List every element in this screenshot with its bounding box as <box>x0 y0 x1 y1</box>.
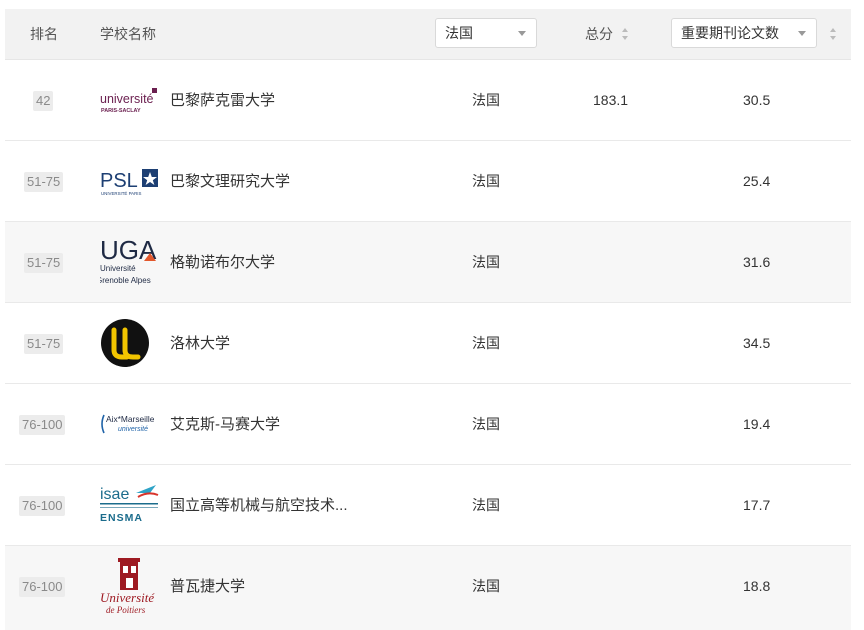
logo-subtext: ENSMA <box>100 512 143 524</box>
school-name[interactable]: 洛林大学 <box>170 303 230 384</box>
row-divider <box>5 625 851 630</box>
universite-paris-saclay-logo: université PARIS-SACLAY <box>100 74 160 126</box>
journal-papers-cell: 31.6 <box>743 254 771 270</box>
school-name[interactable]: 巴黎萨克雷大学 <box>170 60 275 141</box>
logo-subtext: PARIS-SACLAY <box>101 108 141 114</box>
journal-papers-cell: 17.7 <box>743 497 771 513</box>
aix-marseille-logo: Aix*Marseille université <box>100 398 160 450</box>
school-name[interactable]: 巴黎文理研究大学 <box>170 141 290 222</box>
rank-header: 排名 <box>30 26 58 42</box>
logo-subtext: Grenoble Alpes <box>100 276 151 285</box>
country-cell: 法国 <box>472 254 500 270</box>
country-cell: 法国 <box>472 416 500 432</box>
metric-select-value: 重要期刊论文数 <box>681 25 779 41</box>
total-score-label: 总分 <box>585 26 613 42</box>
chevron-down-icon <box>518 31 526 36</box>
universite-de-lorraine-logo <box>100 317 160 369</box>
journal-papers-cell: 34.5 <box>743 335 771 351</box>
isae-ensma-logo: isae ENSMA <box>100 479 160 531</box>
journal-papers-cell: 30.5 <box>743 92 771 108</box>
chevron-down-icon <box>798 31 806 36</box>
table-row[interactable]: 76-100 Université de Poitiers 普瓦捷大学 法国 1… <box>5 546 851 626</box>
rank-badge: 51-75 <box>24 334 64 354</box>
table-row[interactable]: 51-75 PSL UNIVERSITÉ PARIS 巴黎文理研究大学 法国 2… <box>5 141 851 222</box>
table-row[interactable]: 76-100 isae ENSMA 国立高等机械与航空技术... 法国 17.7 <box>5 465 851 546</box>
total-score-header[interactable]: 总分 <box>585 9 628 59</box>
journal-papers-cell: 18.8 <box>743 578 771 594</box>
rank-badge: 76-100 <box>19 415 66 435</box>
journal-papers-cell: 25.4 <box>743 173 771 189</box>
uga-logo: UGA Université Grenoble Alpes <box>100 233 160 291</box>
metric-select[interactable]: 重要期刊论文数 <box>671 18 817 48</box>
logo-text: Aix*Marseille <box>106 414 155 424</box>
country-cell: 法国 <box>472 578 500 594</box>
country-cell: 法国 <box>472 92 500 108</box>
country-cell: 法国 <box>472 335 500 351</box>
table-row[interactable]: 51-75 洛林大学 法国 34.5 <box>5 303 851 384</box>
rank-badge: 42 <box>33 91 54 111</box>
journal-papers-cell: 19.4 <box>743 416 771 432</box>
school-name[interactable]: 艾克斯-马赛大学 <box>170 384 280 465</box>
school-name[interactable]: 普瓦捷大学 <box>170 546 245 627</box>
logo-text: université <box>100 92 154 106</box>
ranking-table: 排名 学校名称 法国 总分 重要期刊论文数 42 université PARI… <box>5 9 851 626</box>
logo-subtext: Université <box>100 264 136 273</box>
psl-logo: PSL UNIVERSITÉ PARIS <box>100 155 160 207</box>
country-filter-select[interactable]: 法国 <box>435 18 537 48</box>
rank-badge: 51-75 <box>24 172 64 192</box>
country-filter-value: 法国 <box>445 25 473 41</box>
logo-subtext: de Poitiers <box>106 605 146 615</box>
school-name[interactable]: 格勒诺布尔大学 <box>170 222 275 303</box>
logo-subtext: UNIVERSITÉ PARIS <box>101 191 141 196</box>
school-name[interactable]: 国立高等机械与航空技术... <box>170 465 348 546</box>
table-row[interactable]: 51-75 UGA Université Grenoble Alpes 格勒诺布… <box>5 222 851 303</box>
sort-icon <box>830 28 836 41</box>
sort-icon <box>622 28 628 41</box>
rank-badge: 76-100 <box>19 577 66 597</box>
table-header: 排名 学校名称 法国 总分 重要期刊论文数 <box>5 9 851 60</box>
table-row[interactable]: 42 université PARIS-SACLAY 巴黎萨克雷大学 法国 18… <box>5 60 851 141</box>
total-score-cell: 183.1 <box>593 92 629 108</box>
table-row[interactable]: 76-100 Aix*Marseille université 艾克斯-马赛大学… <box>5 384 851 465</box>
country-cell: 法国 <box>472 497 500 513</box>
logo-text: PSL <box>100 170 138 192</box>
rank-badge: 76-100 <box>19 496 66 516</box>
logo-text: isae <box>100 486 129 503</box>
metric-sort-button[interactable] <box>830 9 836 59</box>
universite-de-poitiers-logo: Université de Poitiers <box>100 554 160 618</box>
logo-subtext: université <box>118 426 148 433</box>
school-name-header: 学校名称 <box>100 26 156 42</box>
rank-badge: 51-75 <box>24 253 64 273</box>
logo-text: Université <box>100 590 155 605</box>
country-cell: 法国 <box>472 173 500 189</box>
